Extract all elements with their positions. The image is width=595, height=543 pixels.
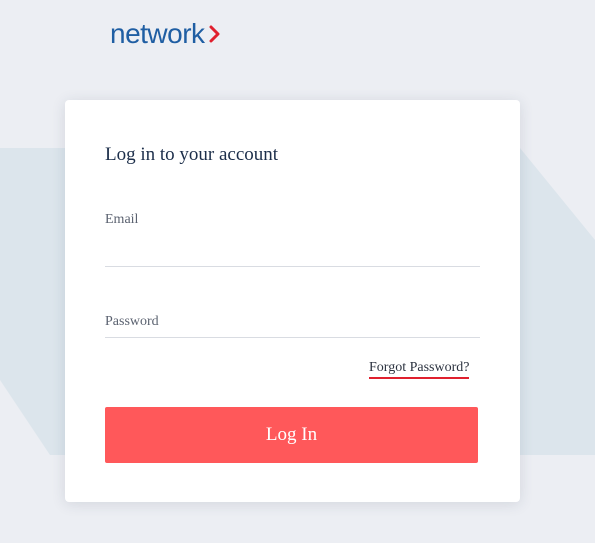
log-in-button[interactable]: Log In	[105, 407, 478, 463]
password-input[interactable]	[105, 313, 480, 338]
logo-text: network	[110, 18, 205, 49]
login-title: Log in to your account	[105, 144, 279, 165]
chevron-right-icon	[209, 18, 221, 50]
forgot-password-link[interactable]: Forgot Password?	[369, 360, 470, 379]
login-card: Log in to your account Email Password Fo…	[65, 100, 520, 502]
email-input[interactable]	[105, 242, 480, 267]
email-label: Email	[105, 212, 139, 227]
network-logo[interactable]: network	[110, 16, 221, 52]
